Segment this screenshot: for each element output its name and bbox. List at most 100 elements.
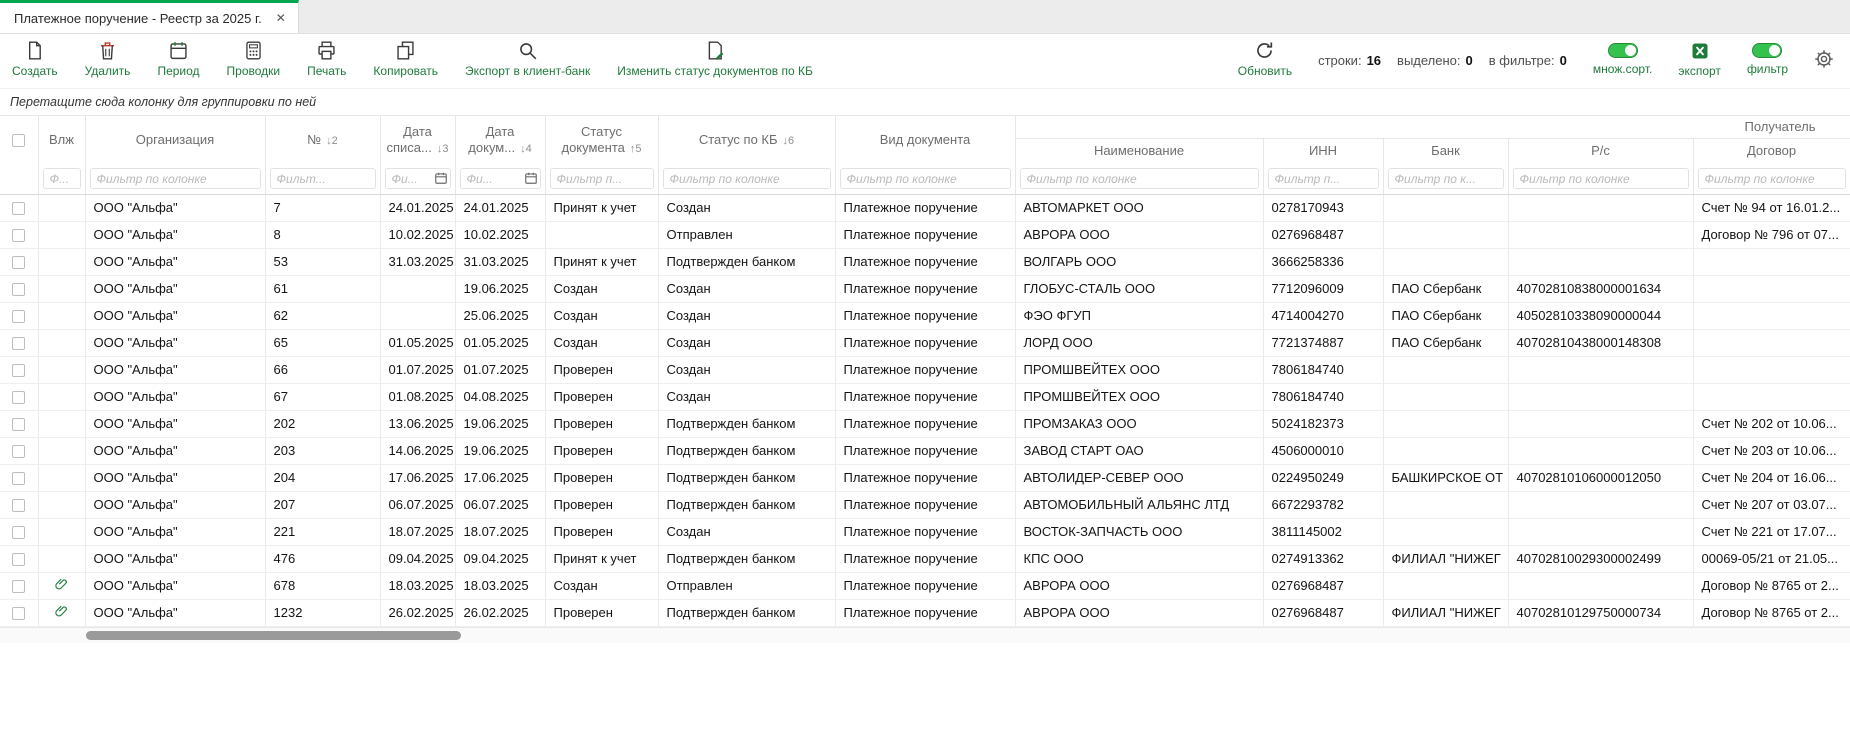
cell-status_doc[interactable]: Проверен [545, 383, 658, 410]
table-row[interactable]: ООО "Альфа"123226.02.202526.02.2025Прове… [0, 599, 1850, 626]
cell-status_doc[interactable]: Принят к учет [545, 194, 658, 221]
cell-date_doc[interactable]: 26.02.2025 [455, 599, 545, 626]
table-row[interactable]: ООО "Альфа"724.01.202524.01.2025Принят к… [0, 194, 1850, 221]
cell-contract[interactable] [1693, 329, 1850, 356]
table-row[interactable]: ООО "Альфа"810.02.202510.02.2025Отправле… [0, 221, 1850, 248]
cell-date_off[interactable]: 13.06.2025 [380, 410, 455, 437]
cell-inn[interactable]: 0276968487 [1263, 221, 1383, 248]
cell-contract[interactable] [1693, 302, 1850, 329]
postings-button[interactable]: Проводки [227, 40, 281, 78]
cell-org[interactable]: ООО "Альфа" [85, 410, 265, 437]
cell-date_doc[interactable]: 18.03.2025 [455, 572, 545, 599]
cell-account[interactable] [1508, 194, 1693, 221]
table-row[interactable]: ООО "Альфа"20314.06.202519.06.2025Провер… [0, 437, 1850, 464]
cell-status_doc[interactable]: Принят к учет [545, 248, 658, 275]
cell-date_off[interactable] [380, 275, 455, 302]
cell-org[interactable]: ООО "Альфа" [85, 356, 265, 383]
cell-inn[interactable]: 0276968487 [1263, 599, 1383, 626]
cell-contract[interactable] [1693, 275, 1850, 302]
row-checkbox[interactable] [12, 337, 25, 350]
cell-name[interactable]: АВРОРА ООО [1015, 572, 1263, 599]
row-checkbox[interactable] [12, 283, 25, 296]
cell-org[interactable]: ООО "Альфа" [85, 572, 265, 599]
cell-doc_type[interactable]: Платежное поручение [835, 572, 1015, 599]
group-panel[interactable]: Перетащите сюда колонку для группировки … [0, 88, 1850, 116]
attachment-cell[interactable] [38, 491, 85, 518]
cell-date_off[interactable]: 26.02.2025 [380, 599, 455, 626]
cell-contract[interactable] [1693, 383, 1850, 410]
attachment-cell[interactable] [38, 545, 85, 572]
gear-icon[interactable] [1814, 49, 1834, 69]
period-button[interactable]: Период [157, 40, 199, 78]
cell-num[interactable]: 1232 [265, 599, 380, 626]
filter-input-status_kb[interactable] [663, 168, 831, 189]
cell-doc_type[interactable]: Платежное поручение [835, 410, 1015, 437]
filter-input-contract[interactable] [1698, 168, 1846, 189]
cell-date_off[interactable]: 18.07.2025 [380, 518, 455, 545]
cell-account[interactable] [1508, 248, 1693, 275]
row-select-cell[interactable] [0, 302, 38, 329]
cell-num[interactable]: 61 [265, 275, 380, 302]
cell-inn[interactable]: 7721374887 [1263, 329, 1383, 356]
column-header-num[interactable]: №↓2 [265, 116, 380, 164]
column-header-account[interactable]: Р/с [1508, 138, 1693, 164]
table-row[interactable]: ООО "Альфа"20417.06.202517.06.2025Провер… [0, 464, 1850, 491]
table-row[interactable]: ООО "Альфа"5331.03.202531.03.2025Принят … [0, 248, 1850, 275]
column-header-name[interactable]: Наименование [1015, 138, 1263, 164]
column-header-attach[interactable]: Влж [38, 116, 85, 164]
table-row[interactable]: ООО "Альфа"6119.06.2025СозданСозданПлате… [0, 275, 1850, 302]
cell-bank[interactable]: ПАО Сбербанк [1383, 329, 1508, 356]
change-kb-status-button[interactable]: Изменить статус документов по КБ [617, 40, 813, 78]
table-row[interactable]: ООО "Альфа"6501.05.202501.05.2025СозданС… [0, 329, 1850, 356]
row-checkbox[interactable] [12, 202, 25, 215]
row-select-cell[interactable] [0, 275, 38, 302]
cell-name[interactable]: ЗАВОД СТАРТ ОАО [1015, 437, 1263, 464]
cell-contract[interactable]: Счет № 203 от 10.06... [1693, 437, 1850, 464]
cell-bank[interactable]: ФИЛИАЛ "НИЖЕГ [1383, 545, 1508, 572]
cell-status_kb[interactable]: Создан [658, 356, 835, 383]
cell-status_kb[interactable]: Создан [658, 518, 835, 545]
cell-name[interactable]: ПРОМЗАКАЗ ООО [1015, 410, 1263, 437]
cell-num[interactable]: 221 [265, 518, 380, 545]
cell-date_doc[interactable]: 24.01.2025 [455, 194, 545, 221]
cell-date_off[interactable]: 31.03.2025 [380, 248, 455, 275]
cell-status_kb[interactable]: Подтвержден банком [658, 410, 835, 437]
export-client-bank-button[interactable]: Экспорт в клиент-банк [465, 40, 590, 78]
cell-contract[interactable]: Счет № 94 от 16.01.2... [1693, 194, 1850, 221]
calendar-icon[interactable] [434, 171, 448, 185]
column-header-inn[interactable]: ИНН [1263, 138, 1383, 164]
cell-name[interactable]: КПС ООО [1015, 545, 1263, 572]
cell-name[interactable]: ВОСТОК-ЗАПЧАСТЬ ООО [1015, 518, 1263, 545]
cell-status_kb[interactable]: Создан [658, 329, 835, 356]
cell-date_doc[interactable]: 01.05.2025 [455, 329, 545, 356]
cell-name[interactable]: ВОЛГАРЬ ООО [1015, 248, 1263, 275]
table-row[interactable]: ООО "Альфа"6225.06.2025СозданСозданПлате… [0, 302, 1850, 329]
cell-inn[interactable]: 3666258336 [1263, 248, 1383, 275]
cell-org[interactable]: ООО "Альфа" [85, 545, 265, 572]
cell-org[interactable]: ООО "Альфа" [85, 437, 265, 464]
attachment-cell[interactable] [38, 329, 85, 356]
attachment-cell[interactable] [38, 437, 85, 464]
cell-doc_type[interactable]: Платежное поручение [835, 599, 1015, 626]
row-checkbox[interactable] [12, 391, 25, 404]
cell-doc_type[interactable]: Платежное поручение [835, 545, 1015, 572]
row-checkbox[interactable] [12, 553, 25, 566]
cell-bank[interactable] [1383, 194, 1508, 221]
print-button[interactable]: Печать [307, 40, 346, 78]
cell-inn[interactable]: 4506000010 [1263, 437, 1383, 464]
filter-input-status_doc[interactable] [550, 168, 654, 189]
export-excel-button[interactable]: экспорт [1678, 40, 1721, 78]
attachment-cell[interactable] [38, 599, 85, 626]
row-checkbox[interactable] [12, 445, 25, 458]
cell-doc_type[interactable]: Платежное поручение [835, 356, 1015, 383]
cell-date_doc[interactable]: 04.08.2025 [455, 383, 545, 410]
cell-date_off[interactable]: 01.07.2025 [380, 356, 455, 383]
select-all-checkbox[interactable] [12, 134, 25, 147]
column-header-date_doc[interactable]: Дата докум...↓4 [455, 116, 545, 164]
filter-switch[interactable] [1752, 43, 1782, 58]
cell-bank[interactable] [1383, 410, 1508, 437]
cell-inn[interactable]: 0278170943 [1263, 194, 1383, 221]
cell-account[interactable] [1508, 356, 1693, 383]
multi-sort-toggle[interactable]: множ.сорт. [1593, 40, 1653, 76]
filter-input-org[interactable] [90, 168, 261, 189]
